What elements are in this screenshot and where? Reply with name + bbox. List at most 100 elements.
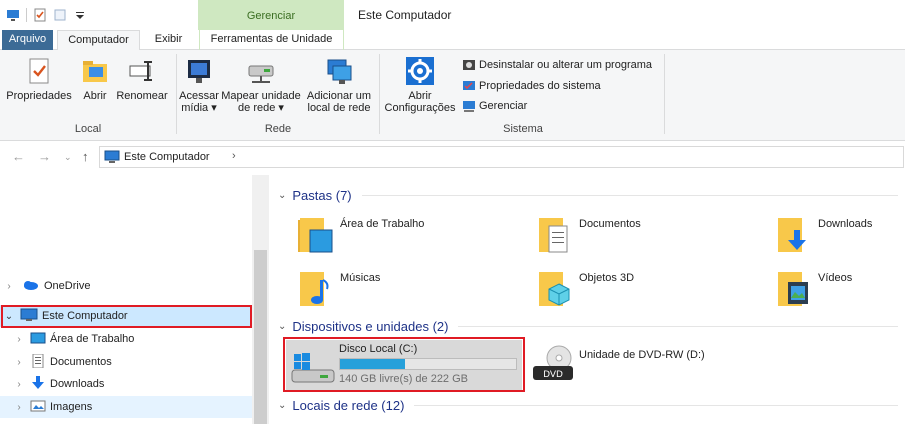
gerenciar-button[interactable]: Gerenciar: [462, 97, 527, 115]
videos-folder-icon: [774, 268, 812, 312]
section-header-pastas[interactable]: ⌄ Pastas (7): [278, 185, 898, 205]
add-network-location-icon: [324, 56, 354, 86]
acessar-midia-button[interactable]: Acessar mídia ▾: [178, 56, 220, 114]
acessar-midia-line2: mídia ▾: [181, 102, 217, 114]
group-label-local: Local: [74, 123, 102, 135]
adicionar-local-line1: Adicionar um: [306, 90, 372, 102]
folder-videos[interactable]: Vídeos: [774, 268, 905, 312]
folder-downloads[interactable]: Downloads: [774, 214, 905, 258]
collapse-chevron-icon[interactable]: ⌄: [278, 400, 286, 411]
folder-musicas[interactable]: Músicas: [296, 268, 526, 312]
section-divider: [458, 325, 898, 327]
properties-icon: [24, 56, 54, 86]
abrir-button[interactable]: Abrir: [78, 56, 112, 102]
section-title-dispositivos: Dispositivos e unidades (2): [292, 318, 449, 334]
abrir-label: Abrir: [83, 90, 107, 102]
expand-chevron-icon[interactable]: ›: [14, 334, 24, 345]
tab-arquivo[interactable]: Arquivo: [2, 30, 53, 50]
folder-label: Área de Trabalho: [340, 218, 425, 230]
nav-item-downloads[interactable]: › Downloads: [0, 373, 252, 395]
expand-chevron-icon[interactable]: ›: [14, 357, 24, 368]
nav-item-documentos[interactable]: › Documentos: [0, 351, 252, 373]
music-folder-icon: [296, 268, 334, 312]
nav-item-onedrive[interactable]: › OneDrive: [0, 275, 252, 297]
nav-item-imagens[interactable]: › Imagens: [0, 396, 252, 418]
group-label-rede: Rede: [264, 123, 292, 135]
acessar-midia-line1: Acessar: [179, 90, 219, 102]
folder-area-de-trabalho[interactable]: Área de Trabalho: [296, 214, 526, 258]
section-divider: [361, 194, 898, 196]
3d-objects-folder-icon: [535, 268, 573, 312]
network-drive-icon: [246, 56, 276, 86]
mapear-unidade-line1: Mapear unidade: [221, 90, 301, 102]
collapse-chevron-icon[interactable]: ⌄: [278, 321, 286, 332]
section-header-locais-de-rede[interactable]: ⌄ Locais de rede (12): [278, 395, 898, 415]
window-title: Este Computador: [358, 8, 452, 22]
address-bar[interactable]: Este Computador ›: [99, 146, 904, 168]
ribbon-divider: [176, 54, 177, 134]
quick-access-toolbar: [6, 6, 87, 24]
folder-label: Músicas: [340, 272, 381, 284]
propriedades-button[interactable]: Propriedades: [6, 56, 72, 102]
nav-item-area-de-trabalho[interactable]: › Área de Trabalho: [0, 328, 252, 350]
propriedades-sistema-label: Propriedades do sistema: [479, 80, 601, 92]
settings-gear-icon: [405, 56, 435, 86]
nav-scrollbar-thumb[interactable]: [254, 250, 267, 424]
up-arrow-icon[interactable]: ↑: [82, 149, 89, 164]
mapear-unidade-button[interactable]: Mapear unidade de rede ▾: [220, 56, 302, 114]
title-bar: [0, 0, 905, 30]
section-title-pastas: Pastas (7): [292, 187, 352, 203]
propriedades-do-sistema-button[interactable]: Propriedades do sistema: [462, 77, 601, 95]
tab-exibir[interactable]: Exibir: [146, 30, 191, 50]
nav-label-onedrive: OneDrive: [44, 280, 91, 292]
dvd-drive-icon: DVD: [531, 344, 577, 387]
pictures-icon: [30, 399, 46, 416]
forward-arrow-icon[interactable]: →: [38, 149, 51, 164]
expand-chevron-icon[interactable]: ›: [14, 379, 24, 390]
drive-name: Unidade de DVD-RW (D:): [579, 349, 705, 361]
qat-dropdown-icon[interactable]: [73, 8, 87, 22]
nav-label-imagens: Imagens: [50, 401, 93, 413]
dvd-badge: DVD: [543, 370, 563, 380]
folder-documentos[interactable]: Documentos: [535, 214, 765, 258]
manage-computer-icon: [462, 99, 476, 113]
system-properties-icon: [462, 79, 476, 93]
open-folder-icon: [80, 56, 110, 86]
abrir-config-line2: Configurações: [384, 102, 456, 114]
breadcrumb-chevron-icon[interactable]: ›: [232, 150, 236, 162]
rename-icon: [127, 56, 157, 86]
adicionar-local-line2: local de rede: [307, 102, 371, 114]
selection-highlight-box: [283, 337, 525, 392]
folder-label: Documentos: [579, 218, 641, 230]
computer-icon: [104, 150, 120, 167]
tab-ferramentas-de-unidade[interactable]: Ferramentas de Unidade: [199, 30, 344, 50]
adicionar-local-de-rede-button[interactable]: Adicionar um local de rede: [305, 56, 373, 114]
documents-folder-icon: [535, 214, 573, 258]
tab-computador[interactable]: Computador: [57, 30, 140, 51]
folder-label: Objetos 3D: [579, 272, 635, 284]
context-tab-header: Gerenciar: [198, 0, 344, 30]
expand-chevron-icon[interactable]: ›: [4, 281, 14, 292]
folder-objetos-3d[interactable]: Objetos 3D: [535, 268, 765, 312]
documents-icon: [30, 353, 46, 371]
properties-check-icon[interactable]: [33, 8, 47, 22]
renomear-button[interactable]: Renomear: [116, 56, 168, 102]
expand-chevron-icon[interactable]: ›: [14, 402, 24, 413]
collapse-chevron-icon[interactable]: ⌄: [278, 190, 286, 201]
uninstall-icon: [462, 58, 476, 72]
computer-icon[interactable]: [6, 8, 20, 22]
section-divider: [414, 404, 898, 406]
media-icon: [184, 56, 214, 86]
recent-locations-chevron-icon[interactable]: ⌄: [64, 152, 72, 163]
abrir-configuracoes-button[interactable]: Abrir Configurações: [383, 56, 457, 114]
folder-label: Vídeos: [818, 272, 853, 284]
new-folder-icon[interactable]: [53, 8, 67, 22]
ribbon: Propriedades Abrir Renomear Local Acessa…: [0, 50, 905, 141]
group-label-sistema: Sistema: [503, 123, 543, 135]
desinstalar-programa-button[interactable]: Desinstalar ou alterar um programa: [462, 56, 652, 74]
drive-dvd-rw-d[interactable]: DVD Unidade de DVD-RW (D:): [529, 340, 769, 390]
back-arrow-icon[interactable]: ←: [12, 149, 25, 164]
section-header-dispositivos[interactable]: ⌄ Dispositivos e unidades (2): [278, 316, 898, 336]
breadcrumb-este-computador[interactable]: Este Computador: [124, 151, 210, 163]
propriedades-label: Propriedades: [6, 90, 72, 102]
